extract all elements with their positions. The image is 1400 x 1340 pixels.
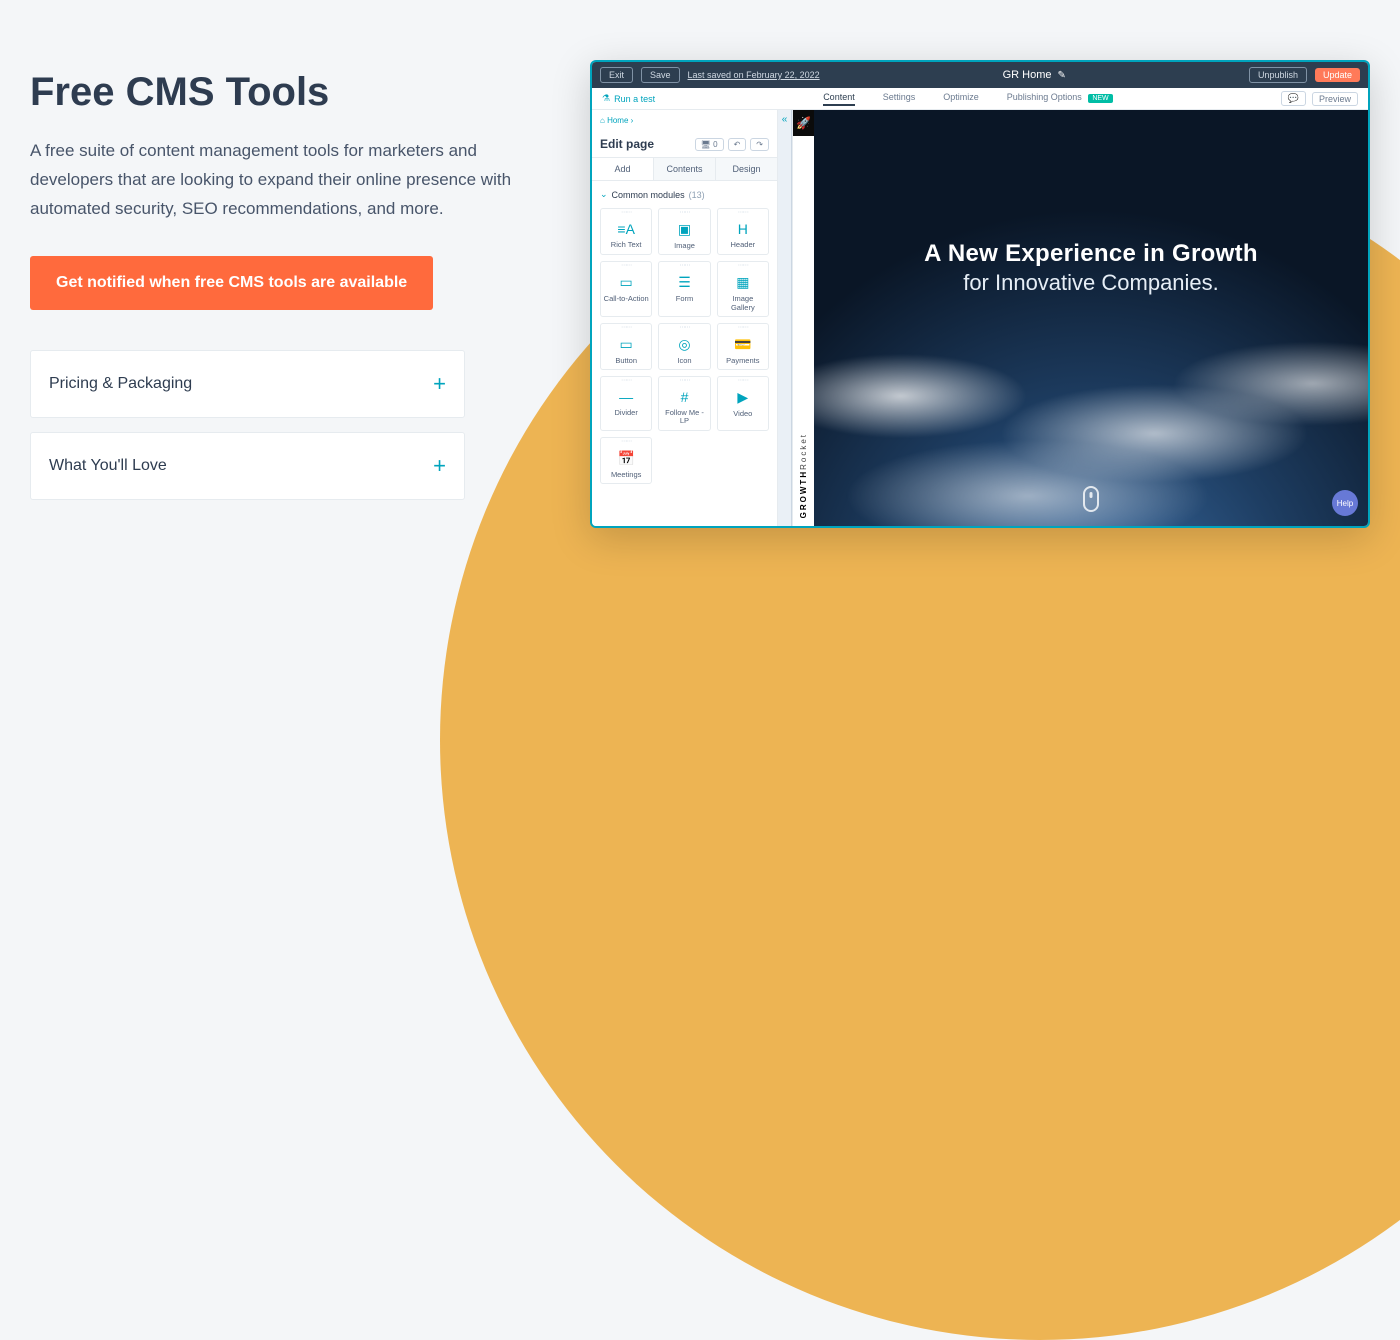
main-tabs: Content Settings Optimize Publishing Opt… <box>823 92 1112 106</box>
section-common-modules[interactable]: ⌄ Common modules (13) <box>592 181 777 208</box>
tab-optimize[interactable]: Optimize <box>943 92 979 106</box>
module-call-to-action[interactable]: ▭ Call-to-Action <box>600 261 652 317</box>
scroll-indicator-icon <box>1083 486 1099 512</box>
chevron-right-icon: › <box>631 116 634 125</box>
update-button[interactable]: Update <box>1315 68 1360 82</box>
left-column: Free CMS Tools A free suite of content m… <box>30 70 550 514</box>
module-meetings[interactable]: 📅 Meetings <box>600 437 652 484</box>
module-button[interactable]: ▭ Button <box>600 323 652 370</box>
module-rich-text[interactable]: ≡A Rich Text <box>600 208 652 255</box>
subtab-add[interactable]: Add <box>592 158 653 180</box>
accordion-label: What You'll Love <box>49 457 167 475</box>
module-label: Payments <box>726 357 759 365</box>
module-icon: # <box>681 389 689 405</box>
app-tabbar: ⚗ Run a test Content Settings Optimize P… <box>592 88 1368 110</box>
home-icon: ⌂ <box>600 116 605 125</box>
exit-button[interactable]: Exit <box>600 67 633 83</box>
accordion-what-youll-love[interactable]: What You'll Love + <box>30 432 465 500</box>
module-icon: — <box>619 389 633 405</box>
module-label: Icon <box>677 357 691 365</box>
module-header[interactable]: H Header <box>717 208 769 255</box>
module-icon: ▦ <box>736 274 749 291</box>
hero-line-2: for Innovative Companies. <box>814 270 1368 296</box>
module-icon: ▭ <box>620 274 633 291</box>
module-video[interactable]: ▶ Video <box>717 376 769 431</box>
tab-publishing[interactable]: Publishing Options NEW <box>1007 92 1113 106</box>
module-divider[interactable]: — Divider <box>600 376 652 431</box>
subtab-contents[interactable]: Contents <box>653 158 715 180</box>
module-icon: ◎ <box>678 336 690 353</box>
module-icon: ☰ <box>678 274 691 291</box>
chat-icon-button[interactable]: 💬 <box>1281 91 1306 106</box>
panel-title: Edit page <box>600 137 654 151</box>
tab-content[interactable]: Content <box>823 92 855 106</box>
edit-title-icon[interactable]: ✎ <box>1058 70 1066 81</box>
chevron-down-icon: ⌄ <box>600 189 608 200</box>
new-badge: NEW <box>1088 94 1112 103</box>
app-topbar: Exit Save Last saved on February 22, 202… <box>592 62 1368 88</box>
module-icon: H <box>738 221 748 237</box>
accordion-label: Pricing & Packaging <box>49 375 192 393</box>
device-toggle[interactable]: 🖥 0 <box>695 138 724 151</box>
module-label: Video <box>733 410 752 418</box>
module-icon: ≡A <box>617 221 635 237</box>
save-button[interactable]: Save <box>641 67 680 83</box>
module-icon: ▣ <box>678 221 691 238</box>
module-grid: ≡A Rich Text ▣ Image H Header ▭ Call-to-Action ☰… <box>592 208 777 492</box>
module-icon: 💳 <box>734 336 751 353</box>
editor-panel: ⌂ Home › Edit page 🖥 0 ↶ ↷ Add Contents … <box>592 110 778 526</box>
module-icon: ▭ <box>620 336 633 353</box>
module-image[interactable]: ▣ Image <box>658 208 710 255</box>
redo-button[interactable]: ↷ <box>750 138 769 151</box>
unpublish-button[interactable]: Unpublish <box>1249 67 1307 83</box>
page-title-text: GR Home <box>1003 69 1052 81</box>
breadcrumb[interactable]: ⌂ Home › <box>592 110 777 131</box>
plus-icon: + <box>433 453 446 479</box>
module-label: Call-to-Action <box>604 295 649 303</box>
app-body: ⌂ Home › Edit page 🖥 0 ↶ ↷ Add Contents … <box>592 110 1368 526</box>
module-form[interactable]: ☰ Form <box>658 261 710 317</box>
module-label: Image <box>674 242 695 250</box>
module-label: Divider <box>614 409 637 417</box>
help-button[interactable]: Help <box>1332 490 1358 516</box>
module-label: Image Gallery <box>720 295 766 312</box>
module-icon: 📅 <box>617 450 634 467</box>
module-label: Button <box>615 357 637 365</box>
module-label: Meetings <box>611 471 641 479</box>
module-follow-me-lp[interactable]: # Follow Me - LP <box>658 376 710 431</box>
preview-button[interactable]: Preview <box>1312 92 1358 106</box>
app-window: Exit Save Last saved on February 22, 202… <box>590 60 1370 528</box>
module-label: Form <box>676 295 694 303</box>
run-test-link[interactable]: ⚗ Run a test <box>602 93 655 104</box>
module-image-gallery[interactable]: ▦ Image Gallery <box>717 261 769 317</box>
module-payments[interactable]: 💳 Payments <box>717 323 769 370</box>
page-title: GR Home ✎ <box>828 69 1241 81</box>
module-icon: ▶ <box>737 389 748 406</box>
plus-icon: + <box>433 371 446 397</box>
hero-line-1: A New Experience in Growth <box>814 240 1368 268</box>
panel-subtabs: Add Contents Design <box>592 157 777 181</box>
subtab-design[interactable]: Design <box>715 158 777 180</box>
tab-settings[interactable]: Settings <box>883 92 916 106</box>
preview-canvas[interactable]: A New Experience in Growth for Innovativ… <box>814 110 1368 526</box>
brand-vertical-text: GROWTHRocket <box>799 433 808 518</box>
hero-text: A New Experience in Growth for Innovativ… <box>814 240 1368 296</box>
module-label: Header <box>731 241 756 249</box>
module-label: Follow Me - LP <box>661 409 707 426</box>
module-icon[interactable]: ◎ Icon <box>658 323 710 370</box>
accordion-pricing[interactable]: Pricing & Packaging + <box>30 350 465 418</box>
page-subheading: A free suite of content management tools… <box>30 137 550 224</box>
module-label: Rich Text <box>611 241 642 249</box>
last-saved-link[interactable]: Last saved on February 22, 2022 <box>688 70 820 80</box>
cta-button[interactable]: Get notified when free CMS tools are ava… <box>30 256 433 310</box>
brand-rail: 🚀 GROWTHRocket <box>792 110 814 526</box>
rocket-icon: 🚀 <box>793 110 815 136</box>
flask-icon: ⚗ <box>602 93 610 104</box>
undo-button[interactable]: ↶ <box>728 138 747 151</box>
collapse-panel-button[interactable]: « <box>778 110 792 526</box>
page-heading: Free CMS Tools <box>30 70 550 115</box>
